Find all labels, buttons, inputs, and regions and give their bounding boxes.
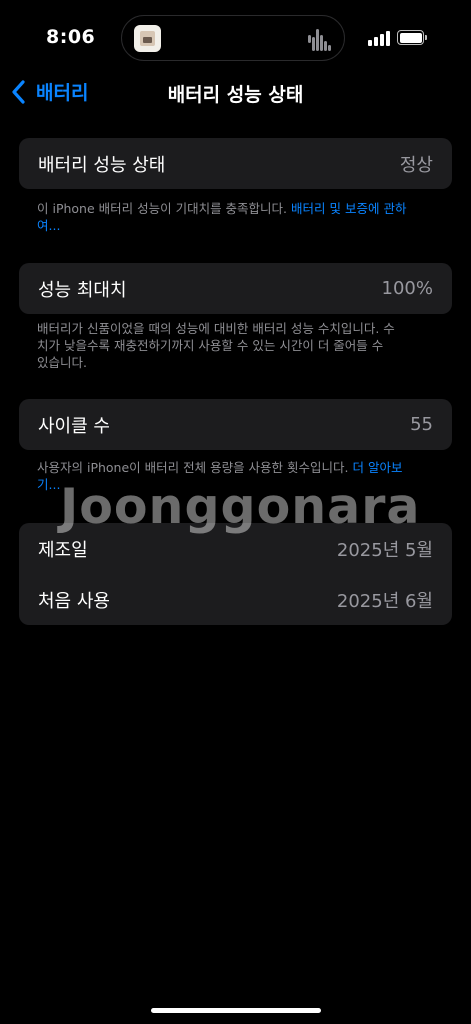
now-playing-thumbnail-icon — [134, 25, 161, 52]
page-title: 배터리 성능 상태 — [167, 84, 304, 106]
cycle-count-row: 사이클 수 55 — [19, 399, 452, 450]
max-capacity-value: 100% — [381, 278, 433, 299]
battery-health-group: 배터리 성능 상태 정상 — [19, 138, 452, 189]
battery-status-icon — [397, 30, 427, 45]
max-capacity-group: 성능 최대치 100% — [19, 263, 452, 314]
status-time: 8:06 — [46, 26, 96, 48]
manufacture-date-label: 제조일 — [38, 539, 88, 561]
first-use-value: 2025년 6월 — [336, 590, 433, 612]
max-capacity-row: 성능 최대치 100% — [19, 263, 452, 314]
manufacture-date-row: 제조일 2025년 5월 — [19, 523, 452, 574]
cycle-count-note: 사용자의 iPhone이 배터리 전체 용량을 사용한 횟수입니다. 더 알아보… — [37, 459, 417, 493]
cycle-count-note-text: 사용자의 iPhone이 배터리 전체 용량을 사용한 횟수입니다. — [37, 460, 349, 475]
first-use-row: 처음 사용 2025년 6월 — [19, 574, 452, 625]
cycle-count-value: 55 — [410, 414, 433, 435]
battery-health-note-text: 이 iPhone 배터리 성능이 기대치를 충족합니다. — [37, 201, 288, 216]
dynamic-island[interactable] — [121, 15, 345, 61]
battery-health-value: 정상 — [399, 154, 433, 176]
cycle-count-group: 사이클 수 55 — [19, 399, 452, 450]
manufacture-date-value: 2025년 5월 — [336, 539, 433, 561]
max-capacity-label: 성능 최대치 — [38, 279, 127, 301]
battery-health-note: 이 iPhone 배터리 성능이 기대치를 충족합니다. 배터리 및 보증에 관… — [37, 200, 417, 234]
dates-group: 제조일 2025년 5월 처음 사용 2025년 6월 — [19, 523, 452, 625]
max-capacity-note: 배터리가 신품이었을 때의 성능에 대비한 배터리 성능 수치입니다. 수치가 … — [37, 321, 395, 370]
navigation-bar: 배터리 배터리 성능 상태 — [0, 76, 471, 110]
battery-health-row: 배터리 성능 상태 정상 — [19, 138, 452, 189]
battery-health-label: 배터리 성능 상태 — [38, 154, 166, 176]
first-use-label: 처음 사용 — [38, 590, 110, 612]
audio-waveform-icon — [308, 27, 334, 51]
status-bar: 8:06 — [0, 0, 471, 76]
home-indicator[interactable] — [151, 1008, 321, 1013]
cellular-signal-icon — [368, 30, 390, 46]
cycle-count-label: 사이클 수 — [38, 415, 110, 437]
